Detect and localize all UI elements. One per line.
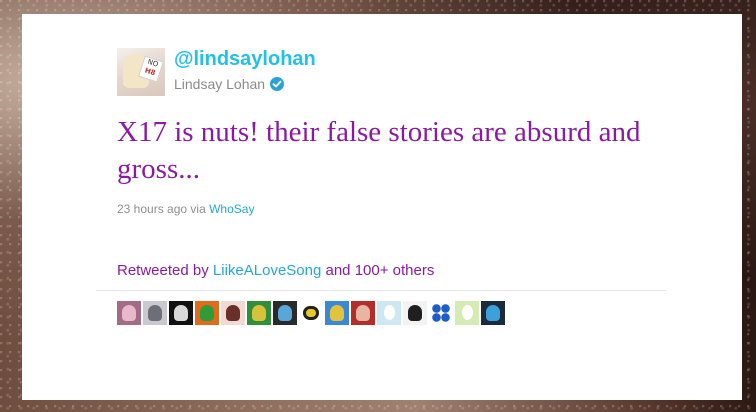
user-avatar-icon — [330, 305, 344, 321]
egg-avatar-icon — [462, 305, 473, 320]
retweeter-avatar[interactable] — [429, 301, 453, 325]
user-avatar-icon — [200, 305, 214, 321]
verified-badge-icon — [270, 77, 285, 91]
retweeter-avatar[interactable] — [481, 301, 505, 325]
retweeter-avatar[interactable] — [169, 301, 193, 325]
retweeter-avatar[interactable] — [325, 301, 349, 325]
tweet-source-link[interactable]: WhoSay — [209, 202, 254, 216]
retweeter-avatars — [117, 301, 505, 325]
user-avatar-icon — [174, 305, 188, 321]
retweeter-avatar[interactable] — [351, 301, 375, 325]
headphones-avatar-icon — [303, 306, 319, 320]
egg-avatar-icon — [384, 305, 395, 320]
retweeter-avatar[interactable] — [403, 301, 427, 325]
retweeted-by-line: Retweeted by LiikeALoveSong and 100+ oth… — [117, 262, 434, 279]
retweeter-avatar[interactable] — [247, 301, 271, 325]
retweeter-avatar[interactable] — [299, 301, 323, 325]
user-avatar-icon — [356, 305, 370, 321]
retweet-others-count[interactable]: and 100+ others — [326, 262, 435, 279]
retweeter-avatar[interactable] — [117, 301, 141, 325]
user-avatar-icon — [486, 305, 500, 321]
tweet-text: X17 is nuts! their false stories are abs… — [117, 116, 641, 185]
user-avatar-icon — [278, 305, 292, 321]
user-avatar-icon — [148, 305, 162, 321]
retweeter-avatar[interactable] — [221, 301, 245, 325]
author-handle[interactable]: @lindsaylohan — [174, 48, 316, 71]
tweet-meta: 23 hours ago via WhoSay — [117, 202, 254, 216]
retweeter-avatar[interactable] — [377, 301, 401, 325]
retweeter-avatar[interactable] — [273, 301, 297, 325]
retweeter-avatar[interactable] — [455, 301, 479, 325]
retweeter-link[interactable]: LiikeALoveSong — [213, 262, 321, 279]
dots-avatar-icon — [432, 304, 450, 322]
author-full-name[interactable]: Lindsay Lohan — [174, 76, 265, 92]
author-avatar[interactable]: NO H8 — [117, 48, 165, 96]
user-avatar-icon — [252, 305, 266, 321]
retweeter-avatar[interactable] — [195, 301, 219, 325]
user-avatar-icon — [226, 305, 240, 321]
via-label: via — [190, 202, 206, 216]
divider — [96, 290, 666, 291]
tweet-timestamp[interactable]: 23 hours ago — [117, 202, 187, 216]
author-name-row: Lindsay Lohan — [174, 76, 285, 92]
user-avatar-icon — [122, 305, 136, 321]
user-avatar-icon — [408, 305, 422, 321]
retweeted-by-label: Retweeted by — [117, 262, 209, 279]
retweeter-avatar[interactable] — [143, 301, 167, 325]
tweet-card: NO H8 @lindsaylohan Lindsay Lohan X17 is … — [22, 14, 742, 400]
